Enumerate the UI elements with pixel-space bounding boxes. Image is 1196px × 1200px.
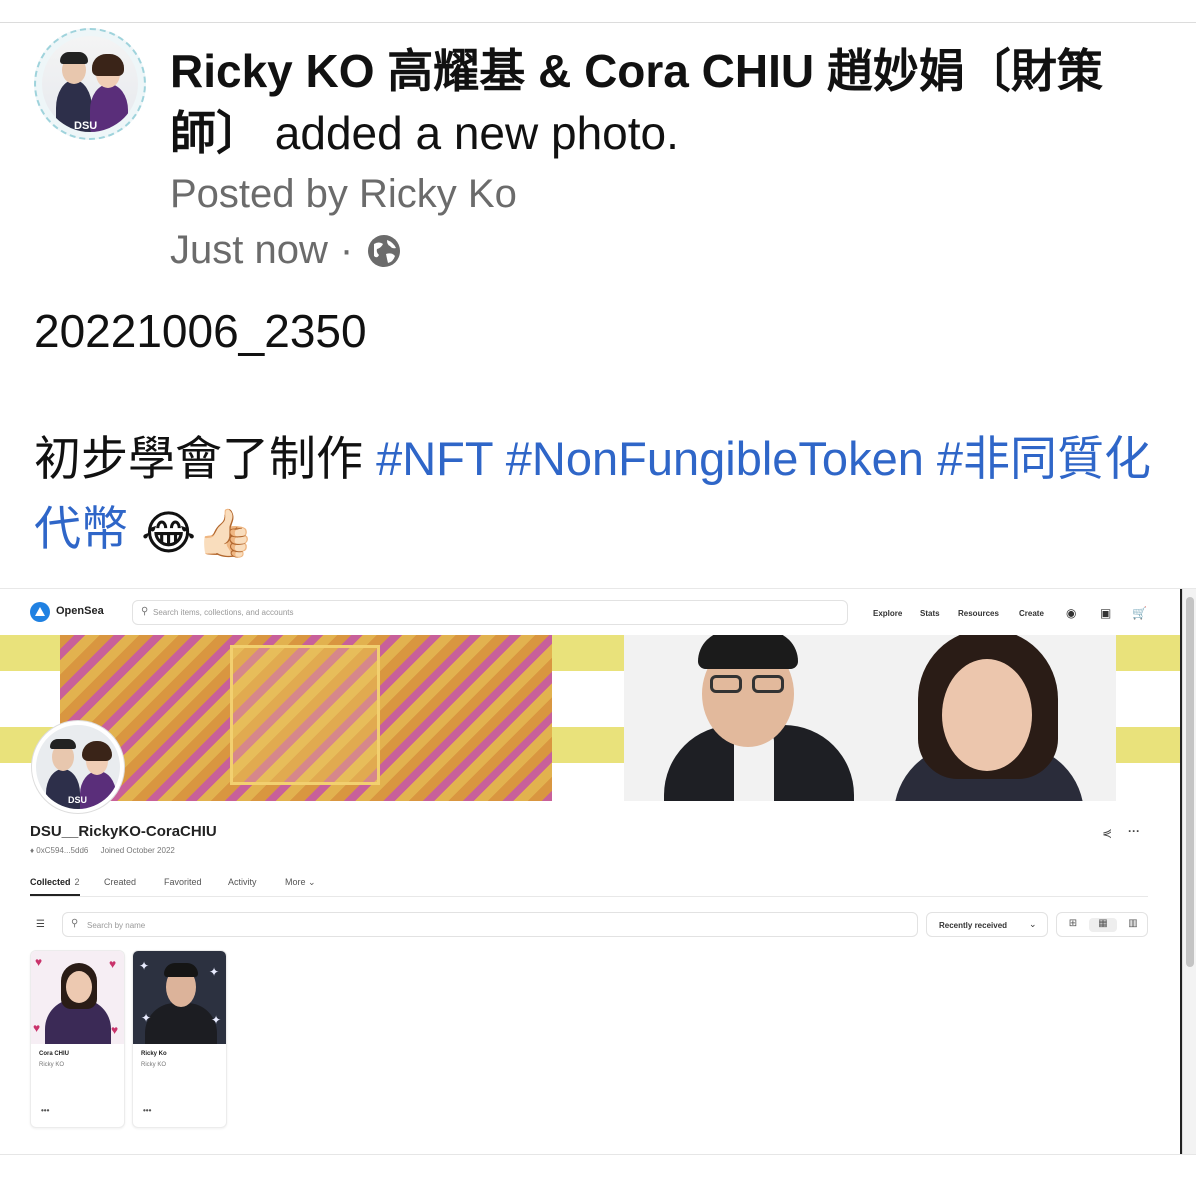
search-icon: ⚲ xyxy=(141,606,149,617)
hashtag-nft[interactable]: #NFT xyxy=(376,432,493,485)
nft-card[interactable]: ♥ ♥ ♥ ♥ Cora CHIU Ricky KO ••• xyxy=(30,950,125,1128)
profile-banner xyxy=(0,635,1180,801)
nav-resources[interactable]: Resources xyxy=(958,609,999,618)
joined-date: Joined October 2022 xyxy=(100,846,175,855)
globe-icon[interactable] xyxy=(365,232,403,270)
grid-small-icon[interactable]: ▦ xyxy=(1089,918,1117,932)
view-toggle: ⊞ ▦ ▥ xyxy=(1056,912,1148,937)
banner-portrait-photo xyxy=(624,635,1116,801)
scrollbar-thumb[interactable] xyxy=(1186,597,1194,967)
avatar-tag: DSU xyxy=(68,795,88,805)
posted-by: Posted by Ricky Ko xyxy=(170,172,517,216)
nft-name: Cora CHIU xyxy=(39,1051,70,1057)
nav-create[interactable]: Create xyxy=(1019,609,1044,618)
nft-name: Ricky Ko xyxy=(141,1051,167,1057)
tab-collected[interactable]: Collected 2 xyxy=(30,877,80,896)
attached-photo[interactable]: OpenSea ⚲ Search items, collections, and… xyxy=(0,588,1196,1154)
profile-icon[interactable]: ◉ xyxy=(1066,606,1076,620)
nft-image: ✦ ✦ ✦ ✦ xyxy=(133,951,226,1044)
nft-collection[interactable]: Ricky KO xyxy=(141,1062,166,1068)
search-icon: ⚲ xyxy=(71,918,79,929)
nav-explore[interactable]: Explore xyxy=(873,609,902,618)
author-avatar[interactable]: DSU xyxy=(34,28,146,140)
tab-more[interactable]: More ⌄ xyxy=(285,877,316,888)
share-icon[interactable]: ⋞ xyxy=(1102,826,1112,840)
opensea-brand[interactable]: OpenSea xyxy=(56,605,104,617)
grid-large-icon[interactable]: ⊞ xyxy=(1059,918,1087,932)
tab-created[interactable]: Created xyxy=(104,877,136,887)
sort-label: Recently received xyxy=(939,921,1008,930)
opensea-logo-icon[interactable] xyxy=(30,602,50,622)
profile-tabs: Collected 2 Created Favorited Activity Mo… xyxy=(30,877,1148,897)
list-view-icon[interactable]: ▥ xyxy=(1119,918,1147,932)
tiger-artwork xyxy=(60,635,552,801)
post-body-lead: 初步學會了制作 xyxy=(34,432,377,485)
wallet-address[interactable]: ♦ 0xC594...5dd6 xyxy=(30,846,88,855)
opensea-topbar: OpenSea ⚲ Search items, collections, and… xyxy=(0,589,1180,635)
thumbs-up-emoji: 👍🏻 xyxy=(195,505,255,559)
hashtag-nonfungibletoken[interactable]: #NonFungibleToken xyxy=(506,432,924,485)
card-more-icon[interactable]: ••• xyxy=(143,1106,151,1115)
profile-name: DSU__RickyKO-CoraCHIU xyxy=(30,823,217,840)
chevron-down-icon: ⌄ xyxy=(1029,919,1037,929)
filter-icon[interactable]: ☰ xyxy=(36,919,45,930)
items-search-placeholder: Search by name xyxy=(87,921,146,930)
post-code: 20221006_2350 xyxy=(34,305,367,357)
profile-avatar[interactable]: DSU xyxy=(32,721,124,813)
scrollbar[interactable] xyxy=(1182,589,1196,1154)
profile-meta: ♦ 0xC594...5dd6 Joined October 2022 xyxy=(30,846,175,855)
post-title: Ricky KO 高耀基 & Cora CHIU 趙妙娟〔財策師〕 added … xyxy=(170,40,1140,164)
card-more-icon[interactable]: ••• xyxy=(41,1106,49,1115)
nft-collection[interactable]: Ricky KO xyxy=(39,1062,64,1068)
laughing-emoji: 😂 xyxy=(141,505,196,559)
more-options-icon[interactable]: ··· xyxy=(1128,824,1140,838)
cart-icon[interactable]: 🛒 xyxy=(1132,606,1147,620)
post-body: 初步學會了制作 #NFT #NonFungibleToken #非同質化代幣 😂… xyxy=(34,424,1154,568)
tab-favorited[interactable]: Favorited xyxy=(164,877,202,887)
post-action: added a new photo. xyxy=(274,107,679,159)
sort-select[interactable]: Recently received ⌄ xyxy=(926,912,1048,937)
avatar-tag: DSU xyxy=(74,120,98,132)
separator: · xyxy=(339,228,354,272)
tab-activity[interactable]: Activity xyxy=(228,877,257,887)
post-timestamp-row: Just now · xyxy=(170,228,403,273)
artwork-panel xyxy=(230,645,380,785)
nft-image: ♥ ♥ ♥ ♥ xyxy=(31,951,124,1044)
wallet-icon[interactable]: ▣ xyxy=(1100,606,1111,620)
opensea-search-input[interactable]: ⚲ Search items, collections, and account… xyxy=(132,600,848,625)
bottom-divider xyxy=(0,1154,1196,1155)
items-search-input[interactable]: ⚲ Search by name xyxy=(62,912,918,937)
nft-card[interactable]: ✦ ✦ ✦ ✦ Ricky Ko Ricky KO ••• xyxy=(132,950,227,1128)
nav-stats[interactable]: Stats xyxy=(920,609,940,618)
search-placeholder: Search items, collections, and accounts xyxy=(153,608,294,617)
post-time[interactable]: Just now xyxy=(170,228,328,273)
top-divider xyxy=(0,22,1196,23)
